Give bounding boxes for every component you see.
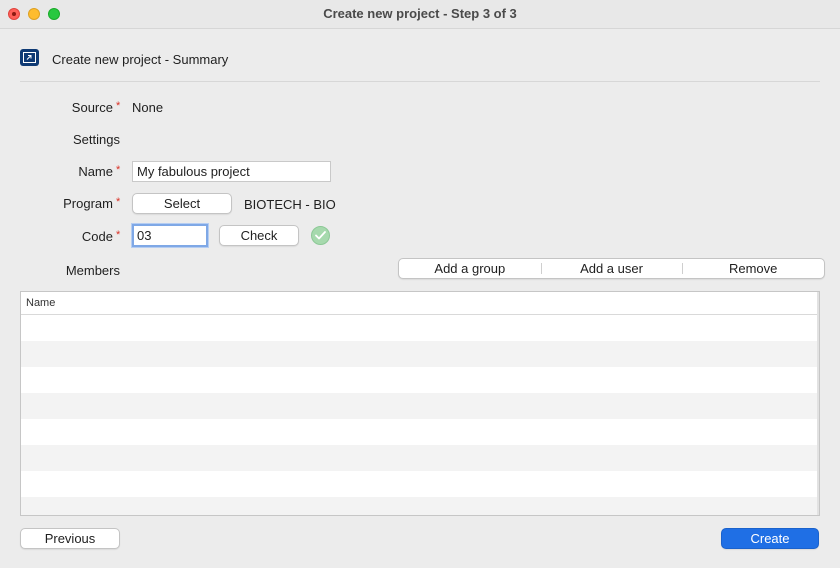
source-label: Source	[71, 100, 113, 115]
source-value: None	[132, 100, 164, 115]
checkmark-icon	[311, 226, 330, 245]
page-title: Create new project - Summary	[52, 52, 229, 67]
program-value: BIOTECH - BIO	[244, 197, 336, 212]
table-row	[21, 315, 819, 341]
column-header-name[interactable]: Name	[21, 292, 819, 315]
title-bar: Create new project - Step 3 of 3	[0, 0, 840, 29]
table-row	[21, 445, 819, 471]
code-label: Code	[81, 229, 113, 244]
create-button[interactable]: Create	[721, 528, 819, 549]
check-code-button[interactable]: Check	[219, 225, 299, 246]
window-title: Create new project - Step 3 of 3	[323, 6, 517, 21]
table-scrollbar[interactable]	[817, 292, 819, 515]
table-row	[21, 367, 819, 393]
required-marker: *	[116, 100, 121, 112]
settings-label: Settings	[73, 132, 120, 147]
required-marker: *	[116, 229, 121, 241]
select-program-button[interactable]: Select	[132, 193, 232, 214]
members-actions: Add a group Add a user Remove	[398, 258, 825, 279]
table-row	[21, 497, 819, 515]
table-row	[21, 393, 819, 419]
remove-member-button[interactable]: Remove	[682, 259, 824, 278]
add-group-button[interactable]: Add a group	[399, 259, 541, 278]
code-field[interactable]	[132, 224, 208, 247]
name-field[interactable]	[132, 161, 331, 182]
table-row	[21, 471, 819, 497]
program-label: Program	[63, 196, 113, 211]
previous-button[interactable]: Previous	[20, 528, 120, 549]
name-label: Name	[78, 164, 113, 179]
required-marker: *	[116, 164, 121, 176]
header-divider	[20, 81, 820, 82]
table-body	[21, 315, 819, 515]
table-row	[21, 341, 819, 367]
members-table[interactable]: Name	[20, 291, 820, 516]
create-project-window: Create new project - Step 3 of 3 Create …	[0, 0, 840, 568]
add-user-button[interactable]: Add a user	[540, 259, 683, 278]
members-label: Members	[65, 263, 120, 278]
required-marker: *	[116, 196, 121, 208]
table-row	[21, 419, 819, 445]
project-folder-icon	[20, 49, 39, 66]
